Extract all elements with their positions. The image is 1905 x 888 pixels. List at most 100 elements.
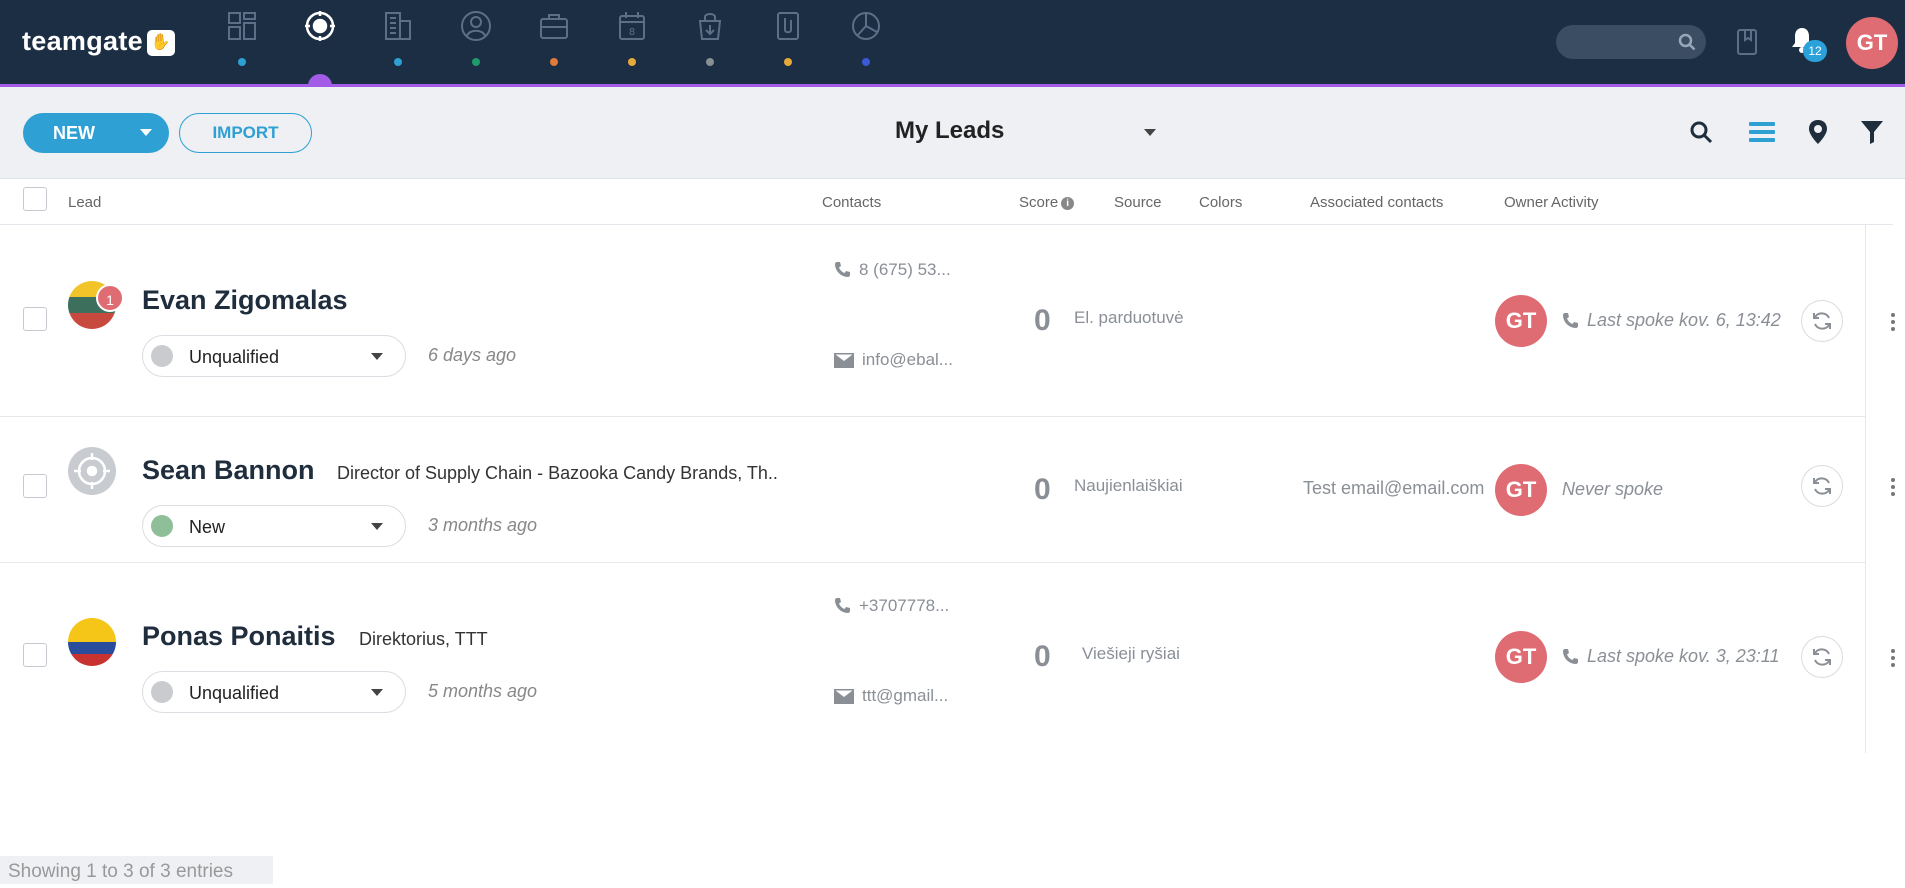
- last-activity: Last spoke kov. 3, 23:11: [1562, 646, 1779, 667]
- nav-reports[interactable]: [846, 10, 886, 70]
- table-row[interactable]: Ponas Ponaitis Direktorius, TTT Unqualif…: [0, 563, 1895, 753]
- companies-icon: [385, 12, 411, 40]
- lead-avatar: [68, 618, 116, 666]
- nav-companies[interactable]: [378, 10, 418, 70]
- people-icon: [461, 11, 491, 41]
- info-icon[interactable]: i: [1061, 197, 1075, 210]
- chevron-down-icon[interactable]: [140, 129, 152, 136]
- new-lead-button[interactable]: NEW: [23, 113, 169, 153]
- table-row[interactable]: Sean Bannon Director of Supply Chain - B…: [0, 417, 1895, 563]
- view-selector[interactable]: My Leads: [895, 117, 1004, 145]
- new-button-label: NEW: [53, 123, 95, 143]
- chevron-down-icon[interactable]: [1144, 129, 1156, 136]
- created-ago: 3 months ago: [428, 515, 538, 535]
- mail-icon: [834, 689, 854, 704]
- owner-avatar[interactable]: GT: [1495, 464, 1547, 516]
- owner-avatar[interactable]: GT: [1495, 295, 1547, 347]
- select-all-checkbox[interactable]: [23, 187, 47, 211]
- row-checkbox[interactable]: [23, 307, 47, 331]
- nav-orders[interactable]: [690, 10, 730, 70]
- nav-people[interactable]: [456, 10, 496, 70]
- nav-dot: [862, 58, 870, 66]
- map-pin-icon[interactable]: [1808, 120, 1828, 144]
- refresh-icon: [1813, 312, 1831, 330]
- list-view-icon[interactable]: [1749, 120, 1775, 144]
- table-row[interactable]: 1 Evan Zigomalas Unqualified 6 days ago …: [0, 226, 1895, 417]
- lead-source: El. parduotuvė: [1074, 308, 1184, 327]
- nav-dot: [238, 58, 246, 66]
- activity-text: Never spoke: [1562, 479, 1664, 499]
- reports-icon: [852, 12, 880, 40]
- search-icon[interactable]: [1689, 120, 1713, 144]
- contact-email[interactable]: ttt@gmail...: [834, 686, 948, 706]
- refresh-icon: [1813, 648, 1831, 666]
- row-more-menu-icon[interactable]: [1888, 311, 1898, 333]
- notification-badge: 1: [96, 284, 124, 312]
- phone-icon: [1563, 649, 1578, 664]
- phone-text: +3707778...: [859, 596, 950, 615]
- lead-name-link[interactable]: Evan Zigomalas: [142, 285, 348, 316]
- phone-icon: [835, 598, 850, 613]
- list-toolbar: NEW IMPORT My Leads: [0, 87, 1905, 179]
- associated-contacts[interactable]: Test email@email.com: [1303, 478, 1484, 499]
- column-header-score[interactable]: Score i: [1019, 194, 1075, 211]
- orders-icon: [698, 13, 722, 40]
- nav-leads[interactable]: [300, 10, 340, 70]
- contact-email[interactable]: info@ebal...: [834, 350, 953, 370]
- lead-score: 0: [1034, 640, 1051, 673]
- notification-count-badge[interactable]: 12: [1803, 40, 1827, 62]
- status-label: Unqualified: [189, 347, 280, 367]
- email-text: ttt@gmail...: [862, 686, 949, 705]
- row-more-menu-icon[interactable]: [1888, 476, 1898, 498]
- lead-status-select[interactable]: Unqualified: [142, 671, 406, 713]
- row-checkbox[interactable]: [23, 474, 47, 498]
- column-header-colors[interactable]: Colors: [1199, 194, 1242, 211]
- column-header-activity[interactable]: Activity: [1551, 194, 1599, 211]
- user-avatar[interactable]: GT: [1846, 17, 1898, 69]
- app-logo[interactable]: teamgate ✋: [22, 26, 175, 57]
- last-activity: Last spoke kov. 6, 13:42: [1562, 310, 1781, 331]
- status-dot: [151, 515, 173, 537]
- phone-icon: [1563, 313, 1578, 328]
- lead-status-select[interactable]: New: [142, 505, 406, 547]
- nav-dot: [394, 58, 402, 66]
- lead-job-title: Direktorius, TTT: [359, 629, 488, 649]
- lead-score: 0: [1034, 304, 1051, 337]
- contact-phone[interactable]: 8 (675) 53...: [834, 260, 951, 280]
- nav-files[interactable]: [768, 10, 808, 70]
- lead-score: 0: [1034, 473, 1051, 506]
- contact-phone[interactable]: +3707778...: [834, 596, 949, 616]
- sync-button[interactable]: [1801, 636, 1843, 678]
- column-header-owner[interactable]: Owner: [1504, 194, 1548, 211]
- logo-hand-icon: ✋: [146, 30, 175, 56]
- created-ago: 6 days ago: [428, 345, 517, 365]
- bookmark-book-icon[interactable]: [1736, 28, 1758, 56]
- nav-dashboard[interactable]: [222, 10, 262, 70]
- column-header-lead[interactable]: Lead: [68, 194, 101, 211]
- svg-text:8: 8: [629, 27, 635, 38]
- import-button[interactable]: IMPORT: [179, 113, 312, 153]
- row-checkbox[interactable]: [23, 643, 47, 667]
- column-header-source[interactable]: Source: [1114, 194, 1162, 211]
- status-dot: [151, 345, 173, 367]
- lead-name-link[interactable]: Ponas Ponaitis: [142, 621, 336, 652]
- column-header-contacts[interactable]: Contacts: [822, 194, 881, 211]
- nav-calendar[interactable]: 8: [612, 10, 652, 70]
- column-header-associated-contacts[interactable]: Associated contacts: [1310, 194, 1443, 211]
- sync-button[interactable]: [1801, 300, 1843, 342]
- phone-icon: [835, 262, 850, 277]
- status-label: New: [189, 517, 226, 537]
- lead-status-select[interactable]: Unqualified: [142, 335, 406, 377]
- lead-source: Viešieji ryšiai: [1082, 644, 1180, 663]
- row-more-menu-icon[interactable]: [1888, 647, 1898, 669]
- sync-button[interactable]: [1801, 465, 1843, 507]
- filter-icon[interactable]: [1861, 120, 1883, 144]
- nav-deals[interactable]: [534, 10, 574, 70]
- leads-icon: [305, 11, 335, 41]
- global-search-input[interactable]: [1556, 25, 1706, 59]
- owner-avatar[interactable]: GT: [1495, 631, 1547, 683]
- table-header: Lead Contacts Score i Source Colors Assoc…: [0, 179, 1893, 225]
- table-right-divider: [1865, 225, 1866, 753]
- lead-name-link[interactable]: Sean Bannon: [142, 455, 315, 486]
- created-ago: 5 months ago: [428, 681, 538, 701]
